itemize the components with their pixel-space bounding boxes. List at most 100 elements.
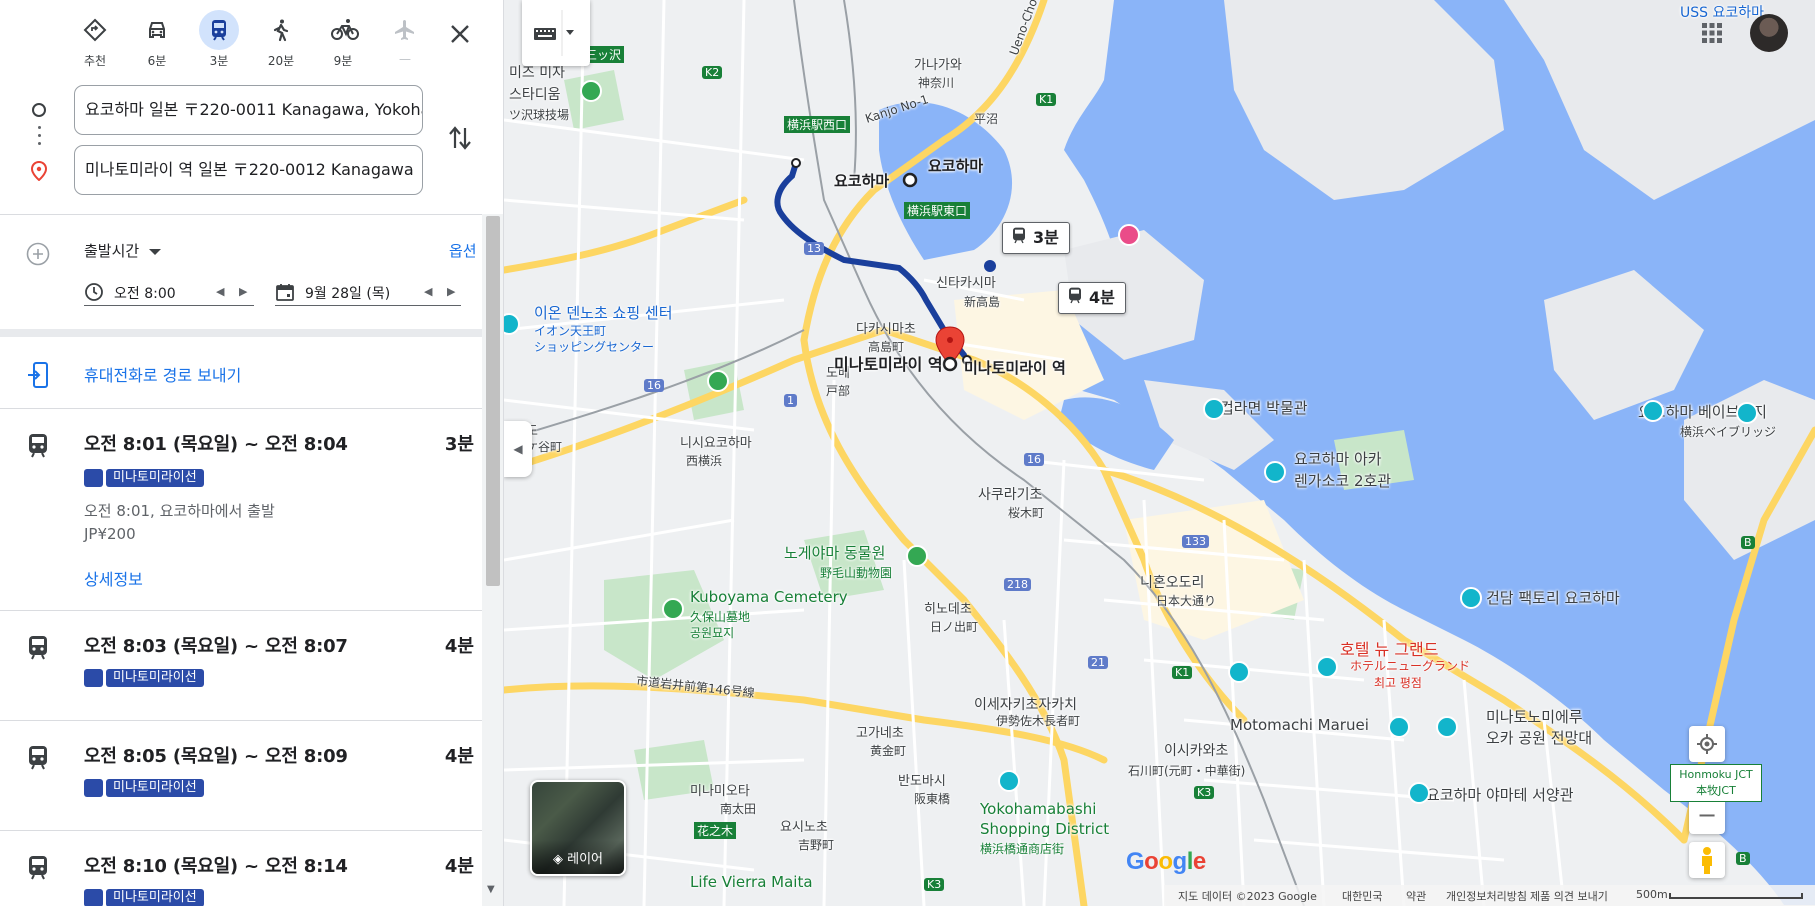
shopping-poi-icon[interactable] [1228,661,1250,683]
route-shield: B [1736,852,1750,865]
mode-transit[interactable]: 3분 [191,10,247,72]
map-label: 日本大通り [1156,594,1217,608]
landmark-poi-icon[interactable] [1264,461,1286,483]
trip-departure-info: 오전 8:01, 요코하마에서 출발 [84,502,275,520]
time-prev-button[interactable]: ◀ [216,285,224,298]
viewpoint-poi-icon[interactable] [1436,716,1458,738]
add-destination-icon[interactable] [26,242,50,270]
scroll-down-arrow-icon[interactable]: ▼ [487,884,495,895]
feedback-link[interactable]: 제품 의견 보내기 [1530,888,1608,904]
trip-option[interactable]: 오전 8:10 (목요일) ~ 오전 8:14 4분 미나토미라이선 [0,832,482,906]
map-label: 요코하마 야마테 서양관 [1426,786,1574,804]
park-poi-icon[interactable] [707,370,729,392]
trip-details-link[interactable]: 상세정보 [84,566,143,590]
trip-duration: 3분 [444,434,474,455]
stadium-poi-icon[interactable] [580,80,602,102]
input-tools-button[interactable] [522,0,590,66]
country-link[interactable]: 대한민국 [1342,888,1382,904]
route-shield: K3 [1194,786,1215,799]
pegman-icon [1702,847,1712,874]
map-label: 伊勢佐木長者町 [996,714,1081,728]
close-directions-button[interactable] [446,20,474,48]
map-label: 平沼 [974,112,999,126]
shopping-poi-icon[interactable] [998,770,1020,792]
route-duration-box[interactable]: 3분 [1002,222,1070,254]
mode-best[interactable]: 추천 [67,10,123,72]
trip-option[interactable]: 오전 8:01 (목요일) ~ 오전 8:04 3분 미나토미라이선 오전 8:… [0,410,482,610]
divider [0,610,482,611]
viewpoint-poi-icon[interactable] [1388,716,1410,738]
scrollbar-thumb[interactable] [486,216,500,586]
bridge-poi-icon[interactable] [1736,402,1758,424]
privacy-link[interactable]: 개인정보처리방침 [1446,888,1527,904]
honmoku-jct-text: Honmoku JCT [1679,768,1753,781]
station-label: 요코하마 [928,157,984,175]
options-link[interactable]: 옵션 [449,240,477,261]
zoo-poi-icon[interactable] [906,545,928,567]
apps-grid-icon[interactable] [1701,22,1723,44]
museum-poi-icon[interactable] [1203,398,1225,420]
trip-option[interactable]: 오전 8:05 (목요일) ~ 오전 8:09 4분 미나토미라이선 [0,722,482,830]
layers-button[interactable]: ◈ 레이어 [530,780,626,876]
route-shield: 13 [804,242,824,255]
map-label: 横浜ベイブリッジ [1680,425,1777,439]
destination-input[interactable]: 미나토미라이 역 일본 〒220-0012 Kanagawa [74,145,423,195]
map-label: 新高島 [964,295,1001,309]
cemetery-poi-icon[interactable] [662,598,684,620]
mode-walking[interactable]: 20분 [253,10,309,72]
route-shield: 218 [1004,578,1031,591]
trip-option[interactable]: 오전 8:03 (목요일) ~ 오전 8:07 4분 미나토미라이선 [0,612,482,720]
trip-duration: 4분 [444,636,474,657]
train-icon [199,10,239,50]
google-logo: Google [1126,848,1206,876]
street-view-pegman-button[interactable] [1689,842,1725,878]
hotel-poi-icon[interactable] [1316,656,1338,678]
time-selector[interactable]: 오전 8:00 ◀ ▶ [84,280,254,306]
scale-label[interactable]: 500m [1636,888,1668,901]
map-label: 사쿠라기초 [978,487,1043,503]
map-label: イオン天王町 [534,324,607,338]
close-icon [451,25,469,43]
bridge-poi-icon[interactable] [1642,400,1664,422]
station-label: 미나토미라이 역 [834,355,943,374]
map-canvas[interactable]: K2 K1 13 16 1 16 218 133 21 K1 K3 K3 B B… [504,0,1815,906]
trip-duration: 4분 [444,746,474,767]
route-duration-box[interactable]: 4분 [1058,282,1126,314]
swap-route-button[interactable] [446,122,474,154]
landmark-poi-icon[interactable] [1460,587,1482,609]
layers-icon: ◈ [552,852,568,867]
date-prev-button[interactable]: ◀ [424,285,432,298]
keyboard-icon [534,10,574,56]
map-label: 南太田 [720,802,757,816]
transit-line-name: 미나토미라이선 [106,469,204,487]
map-label: 久保山墓地 [690,610,751,624]
map-label: 西横浜 [686,454,723,468]
date-selector[interactable]: 9월 28일 (목) ◀ ▶ [275,280,461,306]
time-value: 오전 8:00 [114,286,176,302]
date-next-button[interactable]: ▶ [447,285,455,298]
bicycle-icon [323,10,363,50]
scale-bar[interactable] [1669,893,1803,899]
route-duration-text: 3분 [1033,228,1059,247]
calendar-icon [275,282,295,306]
divider [0,830,482,831]
trip-duration: 4분 [444,856,474,877]
landmark-poi-icon[interactable] [1408,782,1430,804]
time-next-button[interactable]: ▶ [239,285,247,298]
map-label: 桜木町 [1008,506,1045,520]
terms-link[interactable]: 약관 [1406,888,1426,904]
swap-icon [449,126,471,150]
zoom-out-button[interactable]: − [1689,800,1725,834]
hotel-poi-icon[interactable] [1118,224,1140,246]
my-location-button[interactable] [1689,726,1725,762]
collapse-panel-button[interactable]: ◀ [504,421,532,477]
divider [0,720,482,721]
send-to-phone-button[interactable]: 휴대전화로 경로 보내기 [0,345,482,401]
mode-cycling[interactable]: 9분 [315,10,371,72]
station-label: 요코하마 [834,172,890,190]
account-avatar[interactable] [1750,14,1788,52]
mode-flight[interactable]: — [377,10,433,72]
origin-input[interactable]: 요코하마 일본 〒220-0011 Kanagawa, Yokohama [74,85,423,135]
depart-time-dropdown[interactable]: 출발시간 [84,240,162,261]
mode-driving[interactable]: 6분 [129,10,185,72]
